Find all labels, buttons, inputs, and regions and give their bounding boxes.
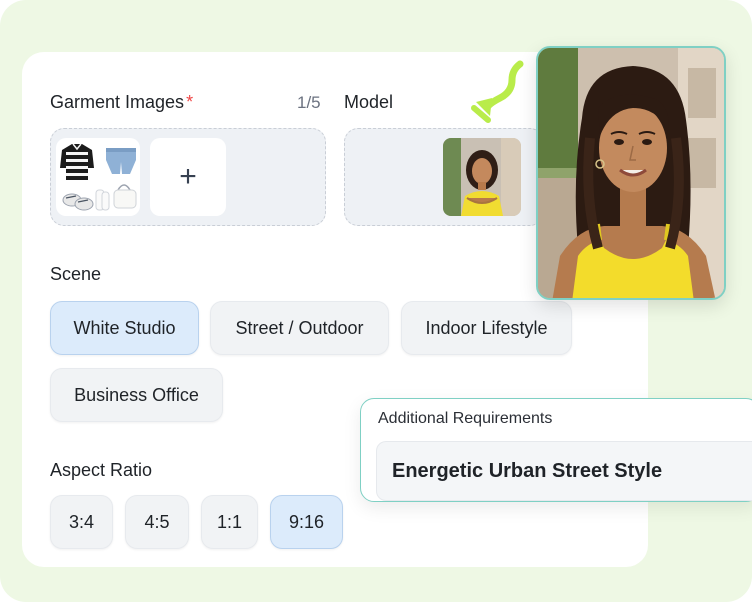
model-photo-large xyxy=(538,48,724,298)
scene-heading: Scene xyxy=(50,264,102,284)
plus-icon: + xyxy=(179,160,197,193)
garment-thumbnail[interactable] xyxy=(56,138,140,216)
sweater-icon xyxy=(60,143,94,180)
additional-requirements-label: Additional Requirements xyxy=(378,410,553,427)
required-mark: * xyxy=(186,92,194,112)
garment-images-label: Garment Images xyxy=(50,92,185,112)
aspect-option-4-5[interactable]: 4:5 xyxy=(125,495,189,549)
scene-option-business-office[interactable]: Business Office xyxy=(50,368,223,422)
aspect-option-1-1[interactable]: 1:1 xyxy=(201,495,258,549)
socks-icon xyxy=(95,189,110,211)
aspect-ratio-heading: Aspect Ratio xyxy=(50,460,153,480)
sneakers-icon xyxy=(62,193,94,211)
handbag-icon xyxy=(113,184,137,209)
model-preview-photo xyxy=(536,46,726,300)
garment-images-heading: Garment Images * xyxy=(50,92,193,113)
add-garment-button[interactable]: + xyxy=(150,138,226,216)
garment-count: 1/5 xyxy=(297,93,321,112)
aspect-option-3-4[interactable]: 3:4 xyxy=(50,495,113,549)
model-photo-small xyxy=(443,138,521,216)
shorts-icon xyxy=(106,148,136,174)
model-thumbnail[interactable] xyxy=(443,138,521,216)
aspect-option-9-16[interactable]: 9:16 xyxy=(270,495,343,549)
scene-option-white-studio[interactable]: White Studio xyxy=(50,301,199,355)
curved-arrow-icon xyxy=(471,60,524,123)
garment-collage-image xyxy=(60,143,137,211)
model-heading: Model xyxy=(344,92,394,112)
additional-requirements-card: Additional Requirements Energetic Urban … xyxy=(360,398,752,502)
scene-option-street-outdoor[interactable]: Street / Outdoor xyxy=(210,301,389,355)
scene-option-indoor-lifestyle[interactable]: Indoor Lifestyle xyxy=(401,301,572,355)
additional-requirements-input[interactable]: Energetic Urban Street Style xyxy=(376,441,752,501)
